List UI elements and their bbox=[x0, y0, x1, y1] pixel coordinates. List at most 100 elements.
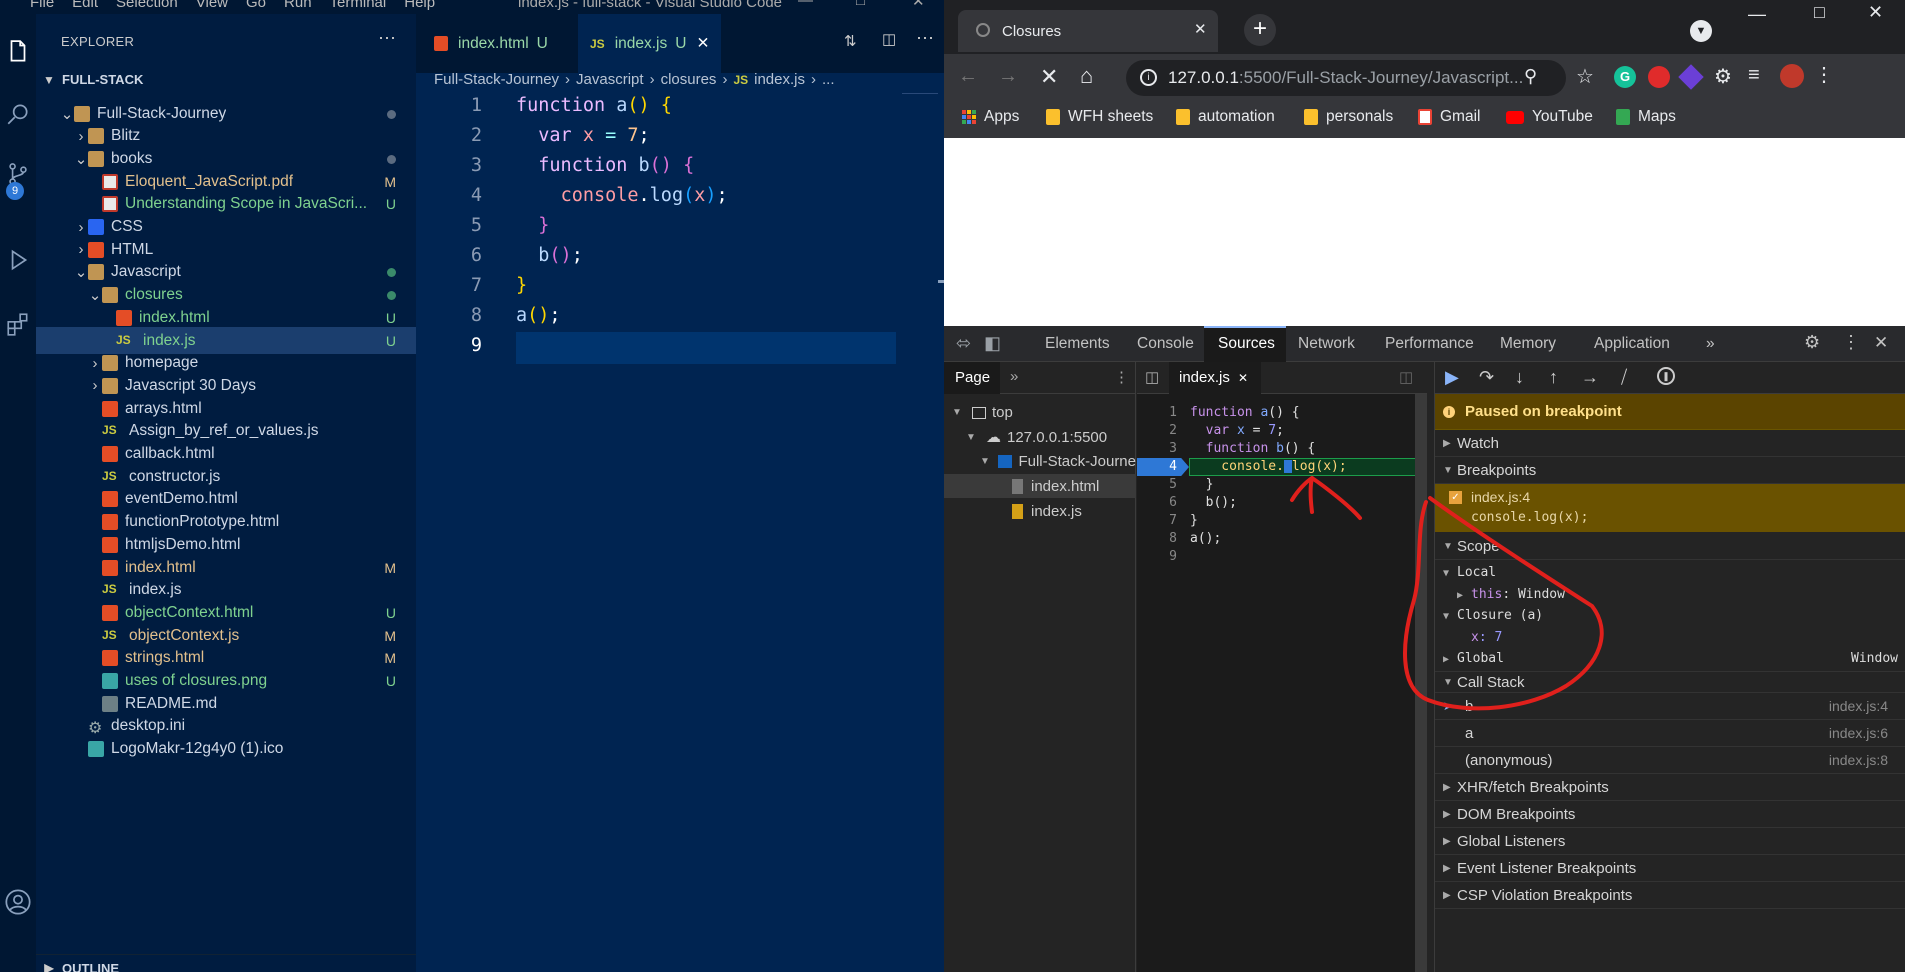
home-icon[interactable]: ⌂ bbox=[1080, 63, 1093, 89]
tab-sources[interactable]: Sources bbox=[1218, 335, 1275, 353]
close-window-icon[interactable]: ✕ bbox=[912, 0, 925, 10]
extensions-icon[interactable] bbox=[0, 304, 36, 344]
minimize-icon[interactable]: — bbox=[798, 0, 813, 9]
resume-icon[interactable]: ▶ bbox=[1445, 367, 1459, 388]
extension-icon[interactable] bbox=[1678, 64, 1704, 90]
section-dom-breakpoints[interactable]: ▶ DOM Breakpoints bbox=[1435, 801, 1905, 828]
account-icon[interactable] bbox=[0, 882, 36, 922]
breakpoint-item[interactable]: ✓ index.js:4 console.log(x); bbox=[1435, 484, 1905, 532]
editor-scrollbar[interactable] bbox=[1415, 394, 1427, 972]
menu-edit[interactable]: Edit bbox=[72, 0, 98, 11]
section-global-listeners[interactable]: ▶ Global Listeners bbox=[1435, 828, 1905, 855]
run-debug-icon[interactable] bbox=[0, 240, 36, 280]
adblock-icon[interactable] bbox=[1648, 66, 1670, 88]
menu-view[interactable]: View bbox=[196, 0, 228, 11]
close-tab-icon[interactable]: ✕ bbox=[1194, 20, 1207, 38]
tab-application[interactable]: Application bbox=[1594, 335, 1670, 353]
tab-elements[interactable]: Elements bbox=[1045, 335, 1110, 353]
forward-icon[interactable]: → bbox=[998, 65, 1018, 88]
breadcrumb-item[interactable]: ... bbox=[822, 71, 835, 88]
back-icon[interactable]: ← bbox=[958, 65, 978, 88]
breadcrumb-item[interactable]: closures bbox=[661, 71, 717, 88]
search-icon[interactable] bbox=[0, 94, 36, 134]
editor-more-icon[interactable]: ⋯ bbox=[916, 28, 934, 49]
tree-item-folder[interactable]: ▼ Full-Stack-Journe bbox=[980, 453, 1136, 470]
outline-header[interactable]: ▶ OUTLINE bbox=[36, 954, 416, 972]
menu-file[interactable]: File bbox=[30, 0, 54, 11]
maximize-icon[interactable]: □ bbox=[856, 0, 865, 9]
explorer-icon[interactable] bbox=[0, 32, 36, 72]
tab-console[interactable]: Console bbox=[1137, 335, 1194, 353]
device-toolbar-icon[interactable]: ◧ bbox=[984, 333, 1001, 354]
address-bar[interactable]: i 127.0.0.1:5500/Full-Stack-Journey/Java… bbox=[1126, 60, 1566, 96]
bookmark-automation[interactable]: automation bbox=[1176, 108, 1275, 126]
close-window-icon[interactable]: ✕ bbox=[1868, 2, 1883, 23]
grammarly-icon[interactable]: G bbox=[1614, 66, 1636, 88]
pause-on-exceptions-icon[interactable]: ❚ bbox=[1657, 367, 1675, 385]
code-text[interactable]: 1 2 3 4 5 6 7 8 9 function a() { var x =… bbox=[416, 93, 944, 972]
info-icon[interactable]: i bbox=[1140, 69, 1157, 86]
reading-list-icon[interactable]: ≡ bbox=[1748, 64, 1760, 87]
section-xhr-breakpoints[interactable]: ▶ XHR/fetch Breakpoints bbox=[1435, 774, 1905, 801]
minimap[interactable] bbox=[902, 93, 938, 113]
navigator-menu-icon[interactable]: ⋮ bbox=[1114, 368, 1129, 386]
web-page-viewport[interactable] bbox=[944, 138, 1905, 326]
close-tab-icon[interactable]: ✕ bbox=[1238, 371, 1248, 385]
tab-memory[interactable]: Memory bbox=[1500, 335, 1556, 353]
stop-loading-icon[interactable]: ✕ bbox=[1040, 64, 1058, 90]
tree-item-top[interactable]: ▼ top bbox=[952, 404, 1013, 421]
menu-terminal[interactable]: Terminal bbox=[330, 0, 387, 11]
section-event-listener-breakpoints[interactable]: ▶ Event Listener Breakpoints bbox=[1435, 855, 1905, 882]
devtools-menu-icon[interactable]: ⋮ bbox=[1842, 332, 1860, 353]
extensions-puzzle-icon[interactable]: ⚙ bbox=[1714, 64, 1732, 89]
call-frame[interactable]: a index.js:6 bbox=[1435, 720, 1905, 747]
inline-breakpoint-icon[interactable] bbox=[1283, 460, 1292, 473]
more-tabs-icon[interactable]: » bbox=[1706, 335, 1715, 353]
new-tab-icon[interactable]: + bbox=[1244, 14, 1276, 46]
minimize-icon[interactable]: — bbox=[1748, 4, 1766, 25]
breadcrumb-item[interactable]: Full-Stack-Journey bbox=[434, 71, 559, 88]
scope-local[interactable]: ▼ Local bbox=[1443, 565, 1496, 580]
menu-help[interactable]: Help bbox=[404, 0, 435, 11]
tree-item-index-html[interactable]: index.html bbox=[1012, 478, 1099, 495]
step-over-icon[interactable]: ↷ bbox=[1479, 367, 1494, 388]
scope-global[interactable]: ▶ Global Window bbox=[1443, 651, 1898, 666]
step-icon[interactable]: → bbox=[1581, 367, 1599, 388]
tab-performance[interactable]: Performance bbox=[1385, 335, 1474, 353]
section-csp-breakpoints[interactable]: ▶ CSP Violation Breakpoints bbox=[1435, 882, 1905, 909]
menu-icon[interactable]: ⋮ bbox=[1814, 62, 1834, 87]
section-watch[interactable]: ▶ Watch bbox=[1435, 430, 1905, 457]
debug-code[interactable]: 1 2 3 4 5 6 7 8 9 function a() { var x =… bbox=[1137, 403, 1427, 683]
tab-search-icon[interactable]: ▼ bbox=[1690, 20, 1712, 42]
section-scope[interactable]: ▼ Scope bbox=[1435, 533, 1905, 560]
tree-item-index-js[interactable]: index.js bbox=[1012, 503, 1082, 520]
bookmark-star-icon[interactable]: ☆ bbox=[1576, 64, 1594, 89]
tab-index-html[interactable]: index.html U bbox=[422, 14, 560, 73]
checkbox-checked-icon[interactable]: ✓ bbox=[1449, 491, 1462, 504]
bookmark-youtube[interactable]: YouTube bbox=[1506, 108, 1593, 126]
editor-file-tab[interactable]: index.js ✕ bbox=[1169, 362, 1261, 394]
toggle-navigator-icon[interactable]: ◫ bbox=[1145, 368, 1159, 386]
section-breakpoints[interactable]: ▼ Breakpoints bbox=[1435, 457, 1905, 484]
tab-index-js[interactable]: JS index.js U ✕ bbox=[578, 14, 722, 73]
close-devtools-icon[interactable]: ✕ bbox=[1874, 333, 1888, 353]
split-editor-icon[interactable]: ◫ bbox=[882, 30, 896, 48]
tab-page[interactable]: Page bbox=[944, 362, 1000, 394]
breadcrumb-item[interactable]: Javascript bbox=[576, 71, 644, 88]
compare-icon[interactable]: ⇅ bbox=[844, 32, 857, 50]
bookmark-maps[interactable]: Maps bbox=[1616, 108, 1676, 126]
close-tab-icon[interactable]: ✕ bbox=[696, 34, 709, 53]
tab-network[interactable]: Network bbox=[1298, 335, 1355, 353]
more-navigators-icon[interactable]: » bbox=[1010, 368, 1018, 385]
bookmark-personals[interactable]: personals bbox=[1304, 108, 1393, 126]
menu-go[interactable]: Go bbox=[246, 0, 266, 11]
toggle-debugger-icon[interactable]: ◫ bbox=[1399, 368, 1413, 386]
section-call-stack[interactable]: ▼ Call Stack bbox=[1435, 671, 1905, 693]
deactivate-breakpoints-icon[interactable]: ⧸ bbox=[1621, 367, 1627, 388]
bookmark-gmail[interactable]: Gmail bbox=[1418, 108, 1480, 126]
scope-this[interactable]: ▶ this: Window bbox=[1457, 587, 1565, 602]
menu-selection[interactable]: Selection bbox=[116, 0, 178, 11]
sources-editor[interactable]: ◫ index.js ✕ ◫ 1 2 3 4 5 6 7 8 9 functio… bbox=[1137, 362, 1427, 972]
maximize-icon[interactable]: □ bbox=[1814, 2, 1825, 23]
inspect-icon[interactable]: ⬄ bbox=[956, 333, 971, 354]
